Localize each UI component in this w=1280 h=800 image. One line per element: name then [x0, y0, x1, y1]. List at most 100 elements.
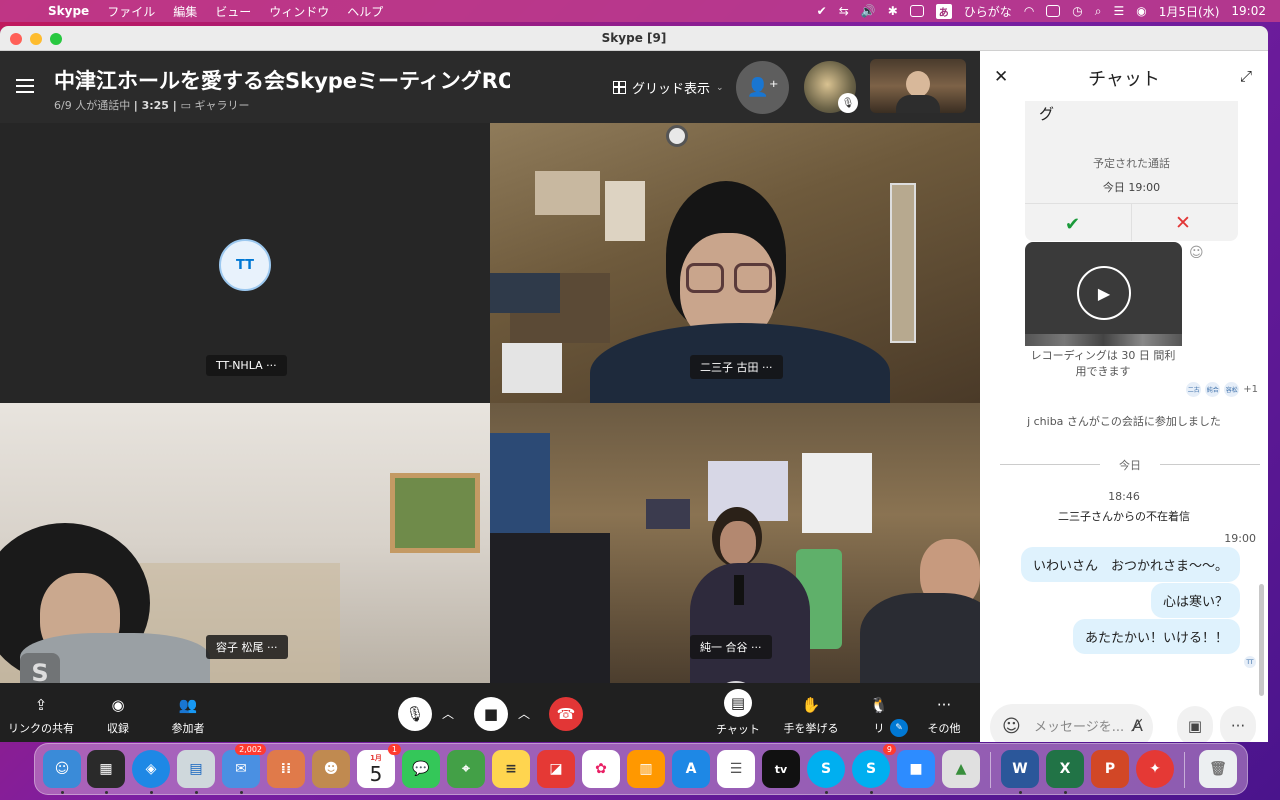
mail-icon[interactable]: ✉ 2,002 [222, 744, 266, 788]
video-tile-matsuo[interactable]: S 容子 松尾 ··· [0, 403, 490, 683]
powerpoint-icon[interactable]: P [1091, 750, 1129, 788]
minimize-window-button[interactable] [30, 33, 42, 45]
more-composer-options-button[interactable]: ··· [1220, 706, 1256, 742]
google-drive-icon[interactable]: ▲ [942, 750, 980, 788]
more-options-icon[interactable]: ··· [266, 359, 277, 372]
reminders-icon[interactable]: ☰ [717, 750, 755, 788]
photos-icon[interactable]: ✿ [582, 750, 620, 788]
input-method-icon[interactable]: あ [935, 3, 952, 19]
skype-icon[interactable]: S [807, 750, 845, 788]
chat-button[interactable]: ▤ チャット [716, 689, 760, 737]
self-video-thumbnail[interactable] [870, 59, 966, 113]
contacts-icon[interactable]: ☻ [312, 750, 350, 788]
media-gallery-button[interactable]: ▣ [1177, 706, 1213, 742]
zoom-icon[interactable]: ■ [897, 750, 935, 788]
mission-control-icon[interactable]: ▦ [87, 750, 125, 788]
pen-icon[interactable]: ✎ [890, 719, 908, 737]
volume-icon[interactable]: 🔊 [861, 4, 876, 18]
recording-thumbnail[interactable]: ▶ [1025, 242, 1182, 346]
screen-share-icon[interactable]: ⇆ [839, 4, 849, 18]
menu-view[interactable]: ビュー [215, 3, 251, 20]
accept-checkmark-icon[interactable]: ✔ [1065, 214, 1080, 235]
chat-message-bubble[interactable]: いわいさん おつかれさま〜〜。 [1020, 547, 1240, 582]
window-titlebar[interactable]: Skype [9] [0, 26, 1268, 51]
add-people-button[interactable]: 👤⁺ [736, 61, 789, 114]
gallery-icon: ▭ [180, 99, 192, 112]
record-button[interactable]: ◉ 収録 [96, 696, 140, 736]
finder-icon[interactable]: ☺ [43, 750, 81, 788]
camera-button[interactable]: ■ [474, 697, 508, 731]
menu-file[interactable]: ファイル [107, 3, 155, 20]
add-reaction-icon[interactable]: ☺ [1189, 245, 1204, 261]
bluetooth-icon[interactable]: ✱ [888, 4, 898, 18]
zoom-window-button[interactable] [50, 33, 62, 45]
apple-tv-icon[interactable]: tv [762, 750, 800, 788]
grid-view-dropdown[interactable]: グリッド表示 ⌄ [613, 78, 724, 97]
hamburger-menu-icon[interactable] [16, 79, 34, 93]
more-options-icon[interactable]: ··· [267, 641, 278, 654]
window-title: Skype [9] [601, 31, 667, 45]
tile-name-label[interactable]: TT-NHLA ··· [206, 355, 287, 376]
share-link-button[interactable]: ⇪ リンクの共有 [8, 696, 74, 736]
more-options-icon[interactable]: ··· [762, 361, 773, 374]
close-window-button[interactable] [10, 33, 22, 45]
microphone-button[interactable]: 🎙 [398, 697, 432, 731]
video-tile-goya[interactable]: 純一 合谷 ··· [490, 403, 980, 683]
menu-edit[interactable]: 編集 [173, 3, 197, 20]
chat-scrollbar[interactable] [1259, 584, 1264, 696]
menu-window[interactable]: ウィンドウ [269, 3, 329, 20]
menu-help[interactable]: ヘルプ [347, 3, 383, 20]
tile-name-label[interactable]: 二三子 古田 ··· [690, 355, 783, 379]
camera-options-chevron-icon[interactable]: ︿ [518, 705, 530, 722]
cloth [490, 273, 560, 313]
launchpad-icon[interactable]: ⁞⁞ [267, 750, 305, 788]
messages-icon[interactable]: 💬 [402, 750, 440, 788]
input-method-label[interactable]: ひらがな [964, 3, 1012, 20]
chat-message-bubble[interactable]: あたたかい！いける！！ [1072, 619, 1240, 654]
trash-icon[interactable]: 🗑 [1199, 750, 1237, 788]
safari-icon[interactable]: ◈ [132, 750, 170, 788]
menubar-time[interactable]: 19:02 [1231, 4, 1266, 18]
tile-name-label[interactable]: 容子 松尾 ··· [206, 635, 288, 659]
text-format-icon[interactable]: A̸ [1132, 716, 1143, 735]
mic-options-chevron-icon[interactable]: ︿ [442, 705, 454, 722]
spotlight-search-icon[interactable]: ⌕ [1095, 4, 1102, 19]
chat-message-bubble[interactable]: 心は寒い？ [1150, 583, 1240, 618]
excel-icon[interactable]: X [1046, 750, 1084, 788]
word-icon[interactable]: W [1001, 750, 1039, 788]
read-receipts[interactable]: 二古 純合 容松 +1 [1186, 382, 1258, 397]
calendar-icon[interactable]: 1月 5 1 [357, 744, 401, 788]
emoji-icon[interactable]: ☺ [1002, 716, 1021, 737]
video-tile-furuta[interactable]: 二三子 古田 ··· [490, 123, 980, 403]
expand-icon[interactable]: ⤢ [1240, 67, 1252, 85]
more-options-button[interactable]: ··· その他 [926, 696, 962, 736]
play-icon[interactable]: ▶ [1077, 266, 1131, 320]
control-center-icon[interactable]: ☰ [1114, 4, 1125, 18]
message-input[interactable] [1034, 714, 1126, 740]
battery-icon[interactable] [909, 5, 924, 17]
video-tile-tt-nhla[interactable]: TT TT-NHLA ··· [0, 123, 490, 403]
photo-booth-icon[interactable]: ◪ [537, 750, 575, 788]
books-icon[interactable]: ▥ [627, 750, 665, 788]
siri-icon[interactable]: ◉ [1136, 4, 1146, 18]
self-video-face [906, 71, 930, 97]
tile-name-label[interactable]: 純一 合谷 ··· [690, 635, 772, 659]
keyboard-icon[interactable] [1046, 5, 1061, 17]
notes-icon[interactable]: ≡ [492, 750, 530, 788]
wifi-icon[interactable]: ◠ [1024, 4, 1034, 18]
end-call-button[interactable]: ☎ [549, 697, 583, 731]
checkmark-status-icon[interactable]: ✔ [817, 4, 827, 18]
avatar: TT [219, 239, 271, 291]
menubar-date[interactable]: 1月5日(水) [1159, 3, 1220, 20]
more-options-icon[interactable]: ··· [751, 641, 762, 654]
acrobat-icon[interactable]: ✦ [1136, 750, 1174, 788]
decline-x-icon[interactable]: ✕ [1175, 212, 1191, 234]
preview-icon[interactable]: ▤ [177, 750, 215, 788]
skype-for-business-icon[interactable]: S9 [852, 744, 896, 788]
participants-button[interactable]: 👥 参加者 [162, 696, 214, 736]
menu-app-skype[interactable]: Skype [48, 4, 89, 18]
maps-icon[interactable]: ⌖ [447, 750, 485, 788]
app-store-icon[interactable]: A [672, 750, 710, 788]
raise-hand-button[interactable]: ✋ 手を挙げる [782, 696, 840, 736]
time-machine-icon[interactable]: ◷ [1072, 4, 1082, 18]
